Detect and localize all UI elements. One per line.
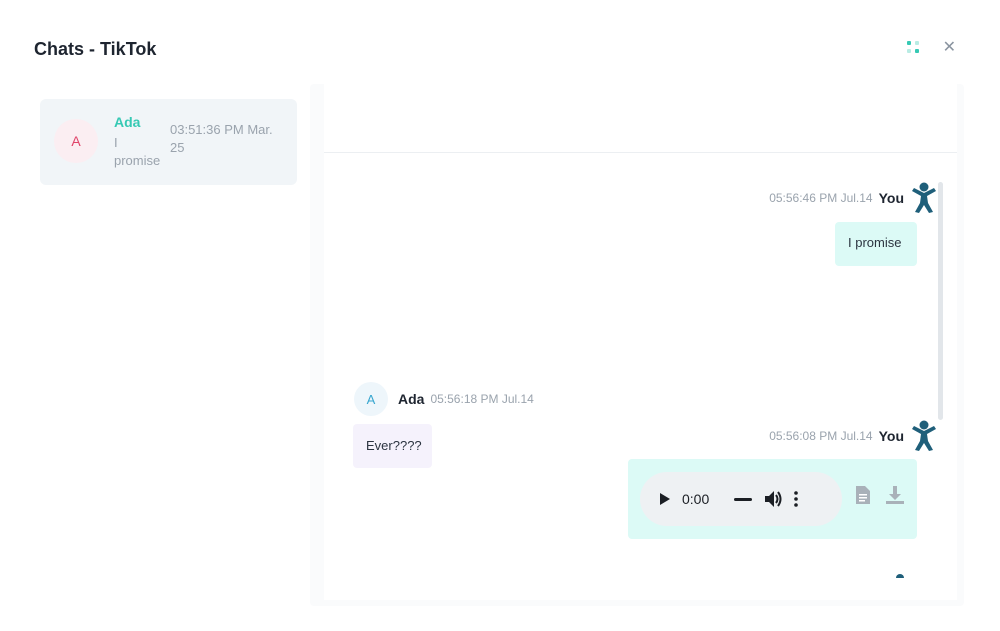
volume-icon[interactable] bbox=[764, 490, 782, 508]
audio-progress[interactable] bbox=[734, 497, 752, 501]
download-icon[interactable] bbox=[886, 486, 904, 504]
audio-message-bubble: 0:00 bbox=[628, 459, 917, 539]
avatar: A bbox=[54, 119, 98, 163]
conversation-panel: 05:56:46 PM Jul.14 You I promise A Ada 0… bbox=[310, 84, 964, 606]
message-sender: You bbox=[878, 190, 904, 206]
scrollbar[interactable] bbox=[938, 182, 943, 420]
message-header: 05:56:08 PM Jul.14 You bbox=[769, 420, 938, 452]
conversation-header bbox=[324, 84, 957, 153]
file-icon[interactable] bbox=[856, 486, 870, 504]
chat-list: A Ada I promise 03:51:36 PM Mar. 25 bbox=[40, 99, 297, 185]
message-bubble: I promise bbox=[835, 222, 917, 266]
person-icon bbox=[912, 182, 936, 213]
play-icon[interactable] bbox=[660, 493, 670, 505]
close-icon[interactable]: ✕ bbox=[943, 40, 956, 56]
message-time: 05:56:18 PM Jul.14 bbox=[430, 392, 534, 406]
grid-icon[interactable] bbox=[906, 41, 921, 55]
header-actions: ✕ bbox=[906, 40, 956, 56]
message-time: 05:56:46 PM Jul.14 bbox=[769, 191, 873, 205]
message-time: 05:56:08 PM Jul.14 bbox=[769, 429, 873, 443]
more-icon[interactable] bbox=[794, 491, 798, 507]
chat-list-item[interactable]: A Ada I promise 03:51:36 PM Mar. 25 bbox=[40, 99, 297, 185]
modal-title: Chats - TikTok bbox=[34, 39, 157, 59]
chat-last-message: I promise bbox=[114, 135, 161, 168]
audio-time: 0:00 bbox=[682, 491, 710, 507]
person-icon bbox=[912, 420, 936, 451]
message-sender: Ada bbox=[398, 391, 425, 407]
message-sender: You bbox=[878, 428, 904, 444]
message-list[interactable]: 05:56:46 PM Jul.14 You I promise A Ada 0… bbox=[324, 154, 957, 578]
chat-timestamp: 03:51:36 PM Mar. 25 bbox=[170, 122, 273, 155]
chat-contact-name: Ada bbox=[114, 114, 141, 130]
person-icon bbox=[896, 574, 904, 578]
avatar: A bbox=[354, 382, 388, 416]
conversation-inner: 05:56:46 PM Jul.14 You I promise A Ada 0… bbox=[324, 84, 957, 600]
audio-player[interactable]: 0:00 bbox=[640, 472, 842, 526]
message-header: Ada 05:56:18 PM Jul.14 bbox=[398, 391, 534, 407]
message-bubble: Ever???? bbox=[353, 424, 432, 468]
message-header: 05:56:46 PM Jul.14 You bbox=[769, 182, 938, 214]
